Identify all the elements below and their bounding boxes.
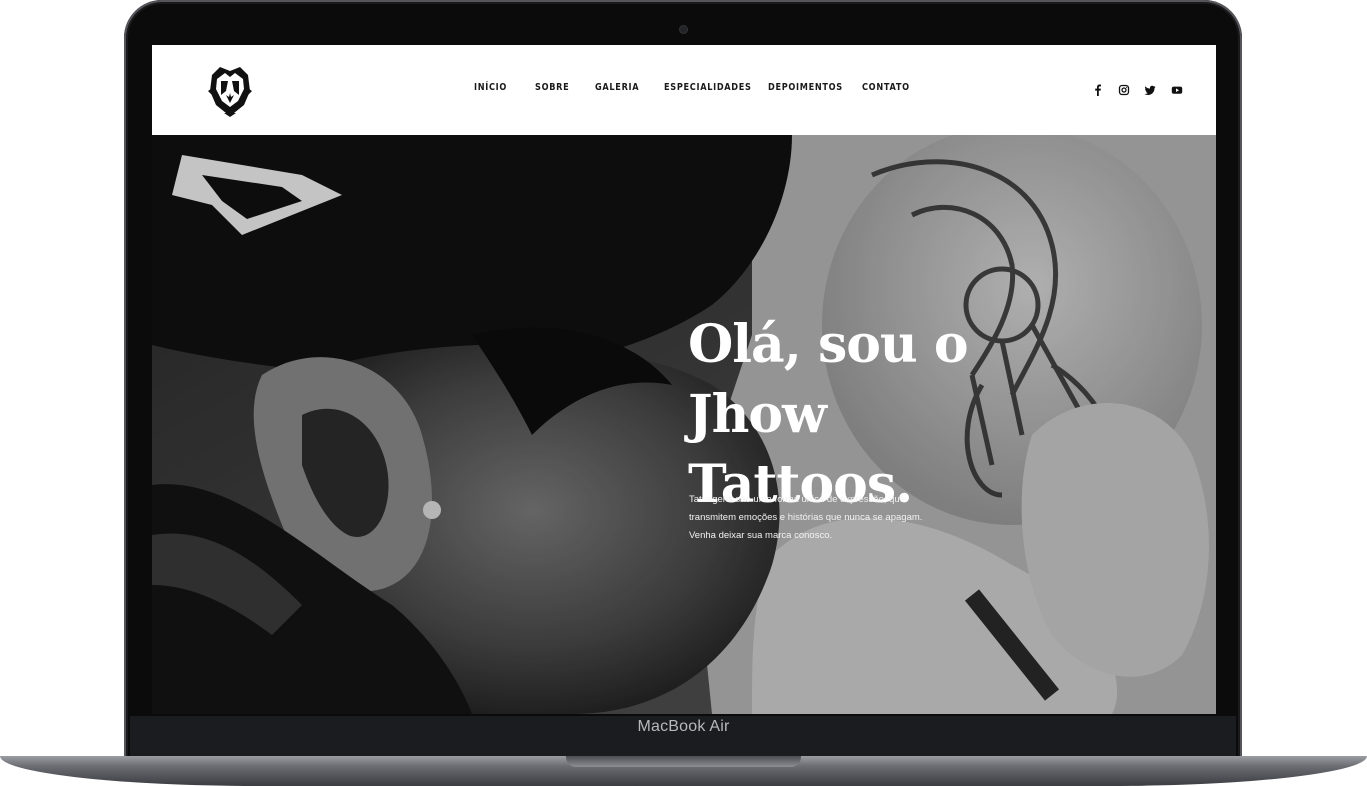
twitter-icon[interactable]: [1144, 83, 1156, 97]
logo[interactable]: [204, 61, 256, 117]
nav-item-especialidades[interactable]: ESPECIALIDADES: [664, 82, 752, 93]
hero-section: Olá, sou o Jhow Tattoos. Tatuagens são u…: [152, 135, 1216, 714]
nav-item-contato[interactable]: CONTATO: [862, 82, 910, 93]
hero-title-line-1: Olá, sou o: [688, 313, 969, 375]
nav-item-depoimentos[interactable]: DEPOIMENTOS: [768, 82, 843, 93]
laptop-hinge-notch: [566, 756, 801, 767]
instagram-icon[interactable]: [1118, 83, 1130, 97]
hero-text-line-1: Tatuagens são uma forma única de express…: [689, 494, 905, 505]
hero-text-line-2: transmitem emoções e histórias que nunca…: [689, 512, 923, 523]
hero-title-line-2: Jhow: [688, 383, 827, 445]
nav-item-sobre[interactable]: SOBRE: [535, 82, 569, 93]
device-label: MacBook Air: [637, 718, 730, 735]
facebook-icon[interactable]: [1092, 83, 1104, 97]
hero-text-line-3: Venha deixar sua marca conosco.: [689, 530, 833, 541]
nav-item-inicio[interactable]: INÍCIO: [474, 82, 507, 93]
camera-icon: [680, 26, 687, 33]
laptop-screen: INÍCIO SOBRE GALERIA ESPECIALIDADES DEPO…: [152, 45, 1216, 714]
nav-item-galeria[interactable]: GALERIA: [595, 82, 639, 93]
hero-description: Tatuagens são uma forma única de express…: [689, 491, 969, 545]
site-header: INÍCIO SOBRE GALERIA ESPECIALIDADES DEPO…: [152, 45, 1216, 135]
youtube-icon[interactable]: [1171, 83, 1183, 97]
hero-title: Olá, sou o Jhow Tattoos.: [688, 310, 1068, 520]
